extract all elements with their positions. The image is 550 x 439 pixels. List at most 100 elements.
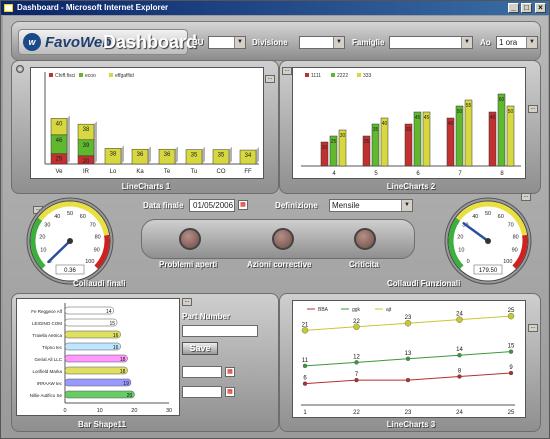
chart1-bar-side [175, 146, 178, 164]
chart1-data-label: 35 [191, 153, 198, 159]
chart3-tick-label: 20 [131, 408, 137, 414]
data-finale-input[interactable]: 01/05/2006 [189, 199, 235, 212]
chart4-data-label: 22 [353, 319, 360, 325]
gauge-tick-label: 60 [80, 214, 86, 220]
chart2-menu-left-button[interactable]: ... [282, 67, 292, 75]
problemi-aperti-button[interactable] [179, 228, 201, 250]
gauge-tick-label: 80 [513, 235, 519, 241]
save-button[interactable]: Save [182, 342, 218, 355]
to-date-input[interactable] [182, 386, 222, 398]
chart3-data-label: 16 [113, 333, 119, 339]
chart3-data-label: 18 [120, 357, 126, 363]
chart3-tick-label: 10 [97, 408, 103, 414]
azioni-correttive-button[interactable] [272, 228, 294, 250]
chart4-menu-button[interactable]: ... [528, 324, 538, 332]
gauge2: 0102030405060708090100179.50 [444, 197, 532, 285]
chart2-bar [497, 93, 506, 167]
chart2-bar [464, 99, 473, 167]
chart4-tick-label: 23 [405, 410, 412, 416]
chart4-point [457, 374, 462, 379]
chart4-data-label: 7 [355, 372, 359, 378]
logo: w FavoWeb Dashboard [18, 29, 197, 55]
chart1-legend-label: ecoo [85, 73, 96, 79]
definizione-select[interactable]: Mensile ▼ [329, 199, 413, 212]
gauge-tick-label: 10 [40, 248, 46, 254]
chevron-down-icon: ▼ [526, 37, 537, 48]
chart1-bar-side [67, 131, 70, 154]
minimize-button[interactable]: _ [508, 3, 519, 13]
chart3-category-label: LEIGINO COM [32, 321, 62, 326]
gauge-readout: 179.50 [479, 268, 498, 274]
gauge2-title: Collaudi Funzionali [387, 279, 461, 288]
criticita-button[interactable] [354, 228, 376, 250]
chart1-data-label: 46 [56, 138, 63, 144]
filter-divisione-select[interactable]: ▼ [299, 36, 345, 49]
report-buttons-panel [141, 219, 415, 259]
gauge-tick-label: 50 [485, 211, 491, 217]
chart2-data-label: 20 [322, 145, 328, 151]
chart1-data-label: 35 [218, 153, 225, 159]
chart3-category-label: IRRAAW tec [37, 381, 63, 386]
chart3-data-label: 14 [106, 309, 112, 315]
chart2-data-label: 35 [373, 127, 379, 133]
chart1-tick-label: Te [164, 169, 171, 175]
chart1-legend-swatch [79, 73, 83, 77]
chart4-tick-label: 1 [303, 410, 307, 416]
chart4-point [405, 377, 411, 383]
chart3-bar [64, 366, 128, 375]
dashboard-content: w FavoWeb Dashboard BU ▼ Divisione ▼ Fam… [3, 16, 548, 437]
chart2-legend-swatch [331, 73, 335, 77]
filter-famiglie-label: Famiglie [352, 38, 385, 47]
gauge-tick-label: 60 [498, 214, 504, 220]
calendar-icon[interactable]: ▦ [238, 200, 248, 210]
chart4-point [354, 377, 359, 383]
chart3-category-label: Lorifield Marka [32, 369, 62, 374]
chart1-tick-label: Lo [110, 169, 117, 175]
chart3-tick-label: 30 [166, 408, 172, 414]
chart2-tick-label: 8 [500, 171, 504, 177]
criticita-label: Criticita [349, 260, 379, 269]
title-bar: Dashboard - Microsoft Internet Explorer … [1, 1, 549, 15]
filter-divisione-label: Divisione [252, 38, 288, 47]
calendar-icon[interactable]: ▦ [225, 367, 235, 377]
close-button[interactable]: × [535, 3, 546, 13]
chart1-menu-button[interactable]: ... [265, 75, 275, 83]
gauge-tick-label: 20 [39, 235, 45, 241]
chart4-tick-label: 25 [508, 410, 515, 416]
chart1-tick-label: Ve [55, 169, 63, 175]
chart4-point [405, 356, 411, 361]
logo-dashboard: Dashboard [103, 32, 198, 52]
chart3-data-label: 20 [127, 393, 133, 399]
chevron-down-icon: ▼ [333, 37, 344, 48]
chart3-menu-button[interactable]: ... [182, 298, 192, 306]
ie-icon [4, 4, 13, 12]
chart2-data-label: 45 [415, 115, 421, 121]
linecharts1-panel: ... Chiff.fisci ecoo effgaffiid 25 46 40 Ve 20 3… [11, 60, 279, 194]
gauge-readout: 0.36 [64, 268, 76, 274]
chart1-bar-side [256, 147, 259, 164]
filter-ao-select[interactable]: 1 ora ▼ [496, 36, 538, 49]
chevron-down-icon: ▼ [401, 200, 412, 211]
chart2-menu-button[interactable]: ... [528, 105, 538, 113]
linecharts2-panel: ... ... 1111 2222 333 20 25 30 4 25 35 40 5 35 45 45 6… [279, 60, 541, 194]
chart2-bar [506, 105, 515, 167]
gauge-tick-label: 70 [508, 223, 514, 229]
maximize-button[interactable]: □ [521, 3, 532, 13]
chart1-tick-label: Ka [136, 169, 144, 175]
chart4-data-label: 15 [508, 344, 515, 350]
chart1-data-label: 39 [83, 143, 90, 149]
chart3-tick-label: 0 [63, 408, 66, 414]
chart3-area: Fe Reggece Alf 14 LEIGINO COM 15 Traiella Ae… [16, 298, 180, 416]
chart4-tick-label: 22 [353, 410, 360, 416]
gauge-tick-label: 40 [54, 214, 60, 220]
chart2-data-label: 25 [364, 139, 370, 145]
filter-bu-select[interactable]: ▼ [208, 36, 246, 49]
gauge1: 01020304050607080901000.36 [26, 197, 114, 285]
filter-famiglie-select[interactable]: ▼ [389, 36, 473, 49]
chart1-svg: Chiff.fisci ecoo effgaffiid 25 46 40 Ve 20 39 38 I… [44, 72, 259, 175]
calendar-icon[interactable]: ▦ [225, 387, 235, 397]
chart4-legend-label: BBA [318, 307, 329, 313]
chart1-data-label: 20 [83, 159, 90, 165]
from-date-input[interactable] [182, 366, 222, 378]
part-number-input[interactable] [182, 325, 258, 337]
